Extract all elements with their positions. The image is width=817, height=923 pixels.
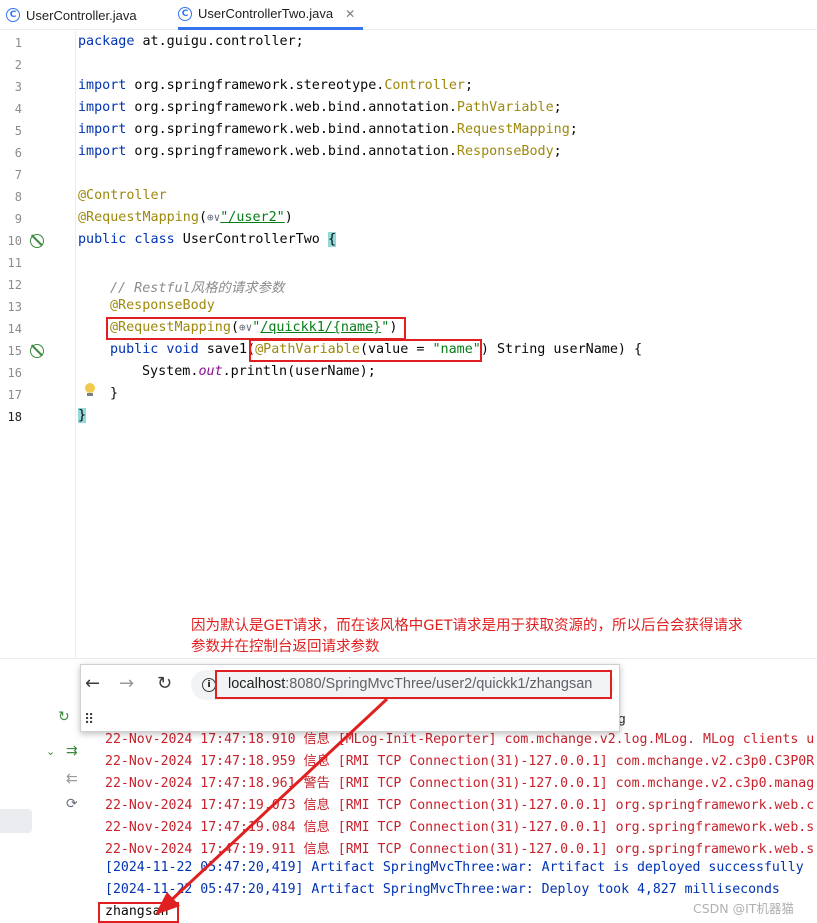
annotation-arrow — [155, 697, 389, 915]
watermark: CSDN @IT机器猫 — [693, 901, 794, 916]
